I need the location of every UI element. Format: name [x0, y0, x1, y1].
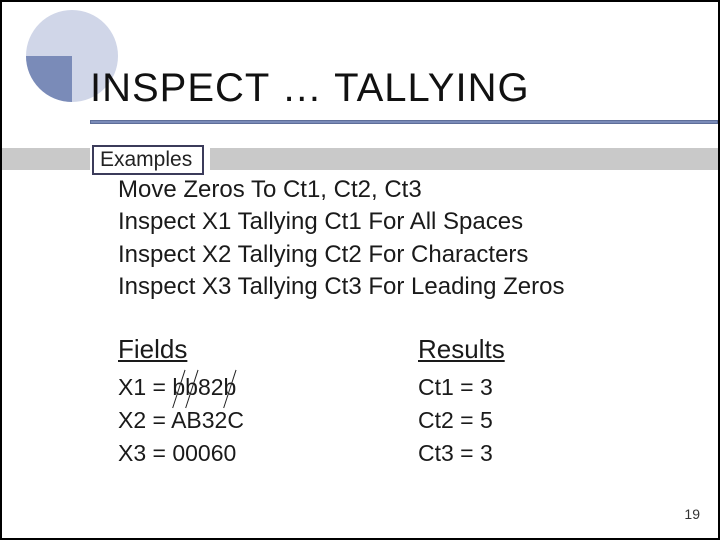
- slide-title: INSPECT … TALLYING: [90, 66, 698, 111]
- title-underline: [90, 120, 718, 124]
- examples-label: Examples: [100, 148, 192, 171]
- blank-symbol: b: [172, 371, 185, 404]
- code-block: Move Zeros To Ct1, Ct2, Ct3 Inspect X1 T…: [118, 174, 688, 304]
- x1-mid: 82: [198, 374, 224, 400]
- header-region: INSPECT … TALLYING Examples: [2, 2, 718, 170]
- page-number: 19: [684, 506, 700, 522]
- blank-symbol: b: [185, 371, 198, 404]
- code-line: Inspect X2 Tallying Ct2 For Characters: [118, 239, 688, 271]
- result-ct2: Ct2 = 5: [418, 404, 688, 437]
- results-header: Results: [418, 334, 688, 365]
- code-line: Inspect X1 Tallying Ct1 For All Spaces: [118, 206, 688, 238]
- field-x3: X3 = 00060: [118, 437, 418, 470]
- code-line: Inspect X3 Tallying Ct3 For Leading Zero…: [118, 271, 688, 303]
- result-ct3: Ct3 = 3: [418, 437, 688, 470]
- field-x2: X2 = AB32C: [118, 404, 418, 437]
- slide-body: Move Zeros To Ct1, Ct2, Ct3 Inspect X1 T…: [118, 174, 688, 518]
- examples-label-box: Examples: [92, 145, 204, 175]
- results-values: Ct1 = 3 Ct2 = 5 Ct3 = 3: [418, 371, 688, 471]
- results-column: Results Ct1 = 3 Ct2 = 5 Ct3 = 3: [418, 334, 688, 471]
- accent-bar-left: [2, 148, 90, 170]
- code-line: Move Zeros To Ct1, Ct2, Ct3: [118, 174, 688, 206]
- fields-values: X1 = bb82b X2 = AB32C X3 = 00060: [118, 371, 418, 471]
- fields-header: Fields: [118, 334, 418, 365]
- field-x1: X1 = bb82b: [118, 371, 418, 404]
- blank-symbol: b: [224, 371, 237, 404]
- slide: INSPECT … TALLYING Examples Move Zeros T…: [0, 0, 720, 540]
- x1-prefix: X1 =: [118, 374, 172, 400]
- columns: Fields X1 = bb82b X2 = AB32C X3 = 00060 …: [118, 334, 688, 471]
- fields-column: Fields X1 = bb82b X2 = AB32C X3 = 00060: [118, 334, 418, 471]
- accent-bar-right: [210, 148, 718, 170]
- result-ct1: Ct1 = 3: [418, 371, 688, 404]
